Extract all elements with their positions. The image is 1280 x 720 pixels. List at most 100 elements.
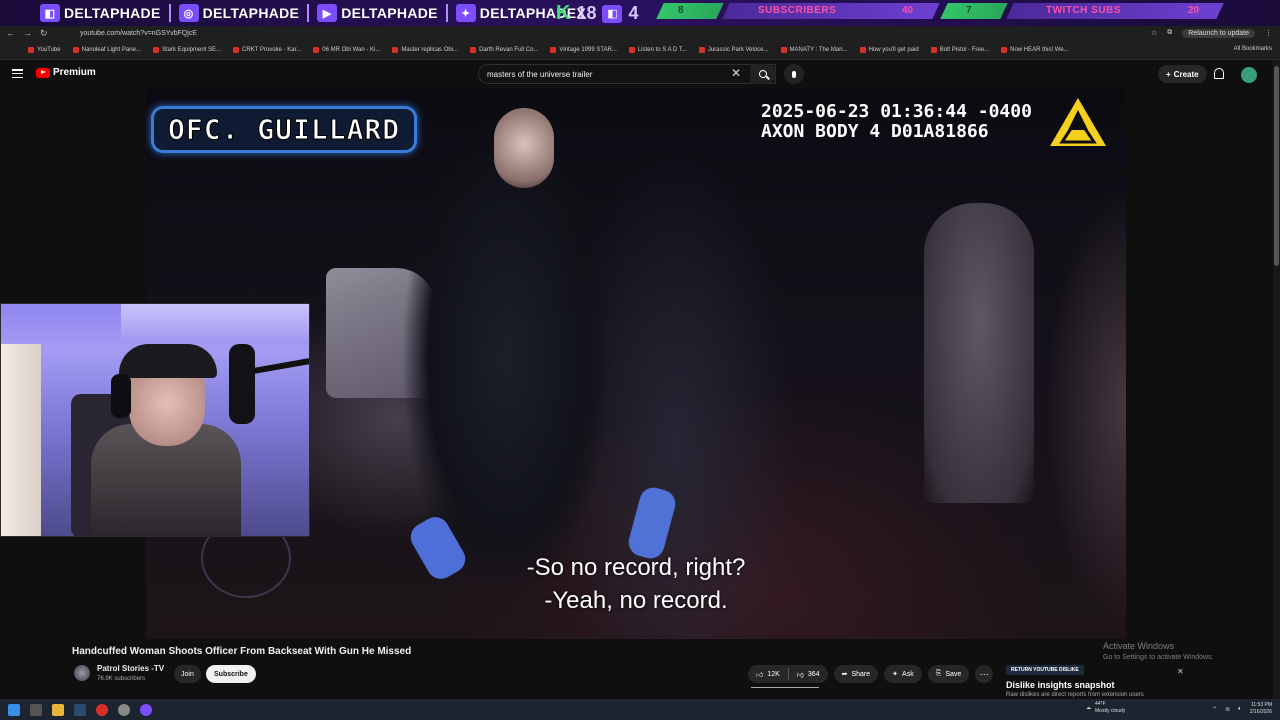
instagram-handle-text: DELTAPHADE (202, 5, 300, 21)
hamburger-menu-icon[interactable] (12, 69, 23, 78)
like-button[interactable]: 👍︎ 12K (748, 670, 788, 679)
ryd-title: Dislike insights snapshot (1006, 680, 1115, 690)
notifications-bell-icon[interactable] (1214, 68, 1224, 79)
steam-icon[interactable] (74, 703, 86, 716)
bookmark-item[interactable]: Vintage 1999 STAR... (550, 46, 617, 53)
bookmark-item[interactable]: YouTube (28, 46, 61, 53)
file-explorer-icon[interactable] (52, 703, 64, 716)
bookmark-label: Nanoleaf Light Pane... (81, 46, 141, 53)
logo-text: Premium (53, 67, 96, 78)
system-tray: ⌃ ≋ 🔈︎ 11:53 PM 2/16/2026 (1212, 702, 1272, 716)
bookmark-item[interactable]: Master replicas Obi... (392, 46, 458, 53)
kick-icon: K (556, 2, 571, 24)
share-button[interactable]: ➦ Share (833, 665, 879, 683)
instagram-icon: ◎ (178, 4, 199, 22)
bookmark-item[interactable]: Stark Equipment SE... (152, 46, 221, 53)
task-view-icon[interactable] (30, 703, 42, 716)
bookmark-item[interactable]: MANATY : The Man... (780, 46, 848, 53)
start-icon[interactable] (8, 703, 20, 716)
activate-title: Activate Windows (1103, 641, 1175, 651)
relaunch-button[interactable]: Relaunch to update (1182, 28, 1255, 38)
twitter-icon: ✦ (455, 4, 476, 22)
channel-name[interactable]: Patrol Stories -TV (97, 664, 164, 673)
bookmark-item[interactable]: How you'll get paid (859, 46, 919, 53)
video-title: Handcuffed Woman Shoots Officer From Bac… (72, 646, 412, 657)
dislike-count: 364 (807, 670, 820, 678)
ryd-tag: RETURN YOUTUBE DISLIKE (1006, 665, 1084, 675)
microphone (229, 344, 255, 424)
bookmark-favicon-icon (930, 46, 937, 53)
youtube-icon: ▶ (317, 4, 338, 22)
bookmark-item[interactable]: Jurassic Park Veloce... (698, 46, 769, 53)
bookmark-label: Vintage 1999 STAR... (559, 46, 617, 53)
bookmark-favicon-icon (392, 46, 399, 53)
all-bookmarks[interactable]: All Bookmarks (1234, 46, 1272, 52)
bookmark-item[interactable]: 06 MR Obi Wan - Ki... (313, 46, 380, 53)
url-field[interactable]: youtube.com/watch?v=nGSYvbFQjcE (60, 30, 1151, 37)
search-button[interactable] (750, 64, 776, 84)
clear-search-icon[interactable]: ✕ (731, 66, 741, 80)
weather-temp: 44°F (1095, 701, 1106, 707)
bookmark-label: Now HEAR this! We... (1010, 46, 1069, 53)
share-label: Share (851, 670, 871, 678)
weather-widget[interactable]: ☁ 44°F Mostly cloudy (1086, 701, 1125, 715)
menu-dots-icon[interactable]: ⋮ (1265, 29, 1272, 37)
address-bar-row: ← → ↻ youtube.com/watch?v=nGSYvbFQjcE ☆ … (0, 26, 1280, 40)
back-icon[interactable]: ← (6, 28, 15, 39)
forward-icon[interactable]: → (23, 28, 32, 39)
join-button[interactable]: Join (174, 665, 201, 683)
bookmark-item[interactable]: Nanoleaf Light Pane... (72, 46, 141, 53)
bookmark-item[interactable]: CRKT Provoke - Kar... (233, 46, 301, 53)
voice-search-button[interactable] (784, 64, 804, 84)
twitch-taskbar-icon[interactable] (140, 703, 152, 716)
bookmark-item[interactable]: Bolt Pistol - Free... (930, 46, 989, 53)
close-icon[interactable]: ✕ (1177, 667, 1184, 676)
clock-date: 2/16/2026 (1249, 709, 1272, 715)
microphone-icon (792, 70, 796, 78)
streamer-webcam (0, 303, 310, 537)
account-avatar[interactable] (1241, 67, 1257, 83)
bookmark-item[interactable]: Darth Revan Full Co... (470, 46, 538, 53)
bystander-figure (924, 203, 1034, 503)
subscribers-current: 8 (678, 5, 684, 16)
bookmark-item[interactable]: Listen to S A D T... (628, 46, 687, 53)
more-options-icon[interactable]: ⋯ (975, 665, 994, 683)
bookmark-favicon-icon (1001, 46, 1008, 53)
twitch-subs-current-bar (940, 3, 1008, 19)
create-button[interactable]: + Create (1158, 65, 1207, 83)
subscribers-label: SUBSCRIBERS (758, 5, 837, 16)
channel-avatar[interactable] (74, 665, 90, 681)
save-button[interactable]: ⎘ Save (927, 665, 970, 683)
video-actions: 👍︎ 12K 👎︎ 364 ➦ Share ✦ Ask ⎘ Save ⋯ (748, 665, 994, 683)
bookmark-favicon-icon (550, 46, 557, 53)
reload-icon[interactable]: ↻ (40, 28, 48, 39)
bookmark-label: Listen to S A D T... (637, 46, 687, 53)
channel-subscribers: 76.9K subscribers (97, 676, 146, 682)
create-label: Create (1173, 69, 1199, 79)
chrome-icon[interactable] (96, 703, 108, 716)
bookmark-icon: ⎘ (935, 670, 942, 677)
subscribe-button[interactable]: Subscribe (206, 665, 256, 683)
bookmark-label: Jurassic Park Veloce... (707, 46, 769, 53)
bookmark-item[interactable]: Now HEAR this! We... (1001, 46, 1069, 53)
star-icon[interactable]: ☆ (1151, 29, 1157, 37)
bodycam-device: AXON BODY 4 D01A81866 (761, 121, 989, 142)
extensions-icon[interactable]: ⧉ (1167, 29, 1172, 37)
plus-icon: + (1166, 69, 1171, 79)
obs-icon[interactable] (118, 703, 130, 716)
overlay-divider (307, 4, 310, 22)
ask-button[interactable]: ✦ Ask (884, 665, 922, 683)
youtube-logo[interactable]: Premium (36, 67, 96, 78)
like-ratio-bar (751, 687, 819, 688)
thumbs-up-icon: 👍︎ (756, 671, 764, 679)
scrollbar-thumb[interactable] (1274, 66, 1279, 266)
chevron-up-icon[interactable]: ⌃ (1212, 706, 1217, 713)
overlay-divider (445, 4, 448, 22)
wifi-icon[interactable]: ≋ (1225, 706, 1230, 713)
dislike-button[interactable]: 👎︎ 364 (789, 670, 828, 679)
volume-icon[interactable]: 🔈︎ (1238, 706, 1242, 713)
clock[interactable]: 11:53 PM 2/16/2026 (1250, 702, 1272, 716)
save-label: Save (945, 670, 962, 678)
bookmark-favicon-icon (313, 46, 320, 53)
youtube-header: Premium masters of the universe trailer … (0, 60, 1280, 88)
